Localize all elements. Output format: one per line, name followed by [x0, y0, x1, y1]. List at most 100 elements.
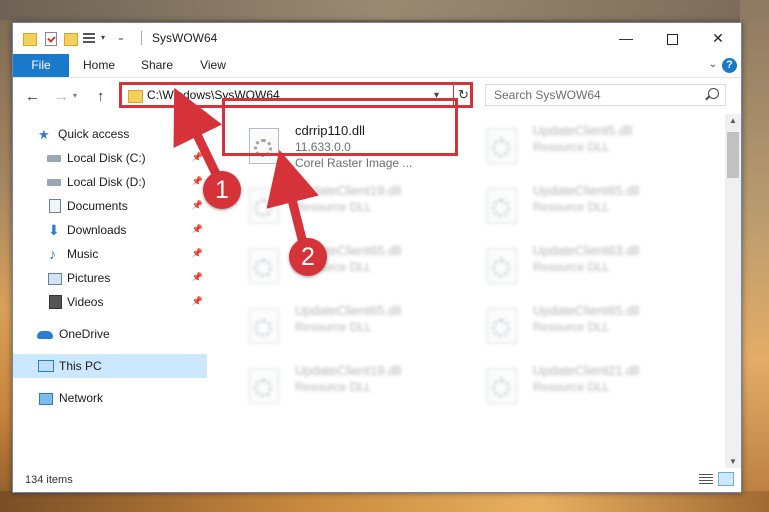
new-folder-icon[interactable]	[64, 33, 78, 46]
file-name: UpdateClient65.dll	[295, 303, 402, 318]
file-tile[interactable]: UpdateClient65.dll Resource DLL	[235, 300, 455, 356]
sidebar-item-videos[interactable]: Videos 📌	[13, 290, 207, 314]
search-icon[interactable]	[708, 88, 719, 99]
dll-file-icon	[249, 368, 279, 404]
close-button[interactable]: ✕	[695, 23, 741, 54]
pin-icon[interactable]: 📌	[192, 152, 203, 163]
sidebar-item-this-pc[interactable]: This PC	[13, 354, 207, 378]
file-description: Corel Raster Image ...	[295, 156, 413, 170]
desktop-background-right	[740, 0, 769, 512]
videos-icon	[49, 295, 62, 309]
minimize-button[interactable]: —	[603, 23, 649, 54]
scroll-thumb[interactable]	[727, 132, 739, 178]
step-2-badge: 2	[289, 238, 327, 276]
file-description: Resource DLL	[295, 320, 372, 334]
help-icon[interactable]: ?	[722, 58, 737, 73]
file-tile[interactable]: UpdateClient19.dll Resource DLL	[235, 180, 455, 236]
file-tile[interactable]: UpdateClient21.dll Resource DLL	[473, 360, 693, 416]
file-tile[interactable]: UpdateClient65.dll Resource DLL	[473, 180, 693, 236]
disk-icon	[47, 155, 61, 162]
file-description: Resource DLL	[533, 380, 610, 394]
file-name: UpdateClient5.dll	[533, 123, 633, 138]
file-name: UpdateClient65.dll	[533, 183, 640, 198]
file-description: Resource DLL	[295, 200, 372, 214]
file-name: UpdateClient63.dll	[533, 243, 640, 258]
sidebar-item-local-disk-c[interactable]: Local Disk (C:) 📌	[13, 146, 207, 170]
pictures-icon	[48, 273, 62, 285]
pin-icon[interactable]: 📌	[192, 296, 203, 307]
sidebar-item-label: Videos	[67, 295, 104, 309]
sidebar-item-local-disk-d[interactable]: Local Disk (D:) 📌	[13, 170, 207, 194]
pc-icon	[38, 360, 54, 372]
forward-button[interactable]: →	[54, 88, 69, 105]
file-tile[interactable]: UpdateClient65.dll Resource DLL	[473, 300, 693, 356]
file-tile[interactable]: UpdateClient63.dll Resource DLL	[473, 240, 693, 296]
view-options-icon[interactable]	[83, 32, 97, 44]
title-bar: ▾ ₌ SysWOW64 — ✕	[13, 23, 741, 54]
pin-icon[interactable]: 📌	[192, 200, 203, 211]
sidebar-item-label: Local Disk (C:)	[67, 151, 146, 165]
network-icon	[39, 393, 53, 405]
file-description: Resource DLL	[295, 380, 372, 394]
file-tile[interactable]: UpdateClient65.dll Resource DLL	[235, 240, 455, 296]
quick-access-dropdown-icon[interactable]: ▾	[101, 33, 105, 42]
expand-ribbon-icon[interactable]: ⌄	[709, 59, 717, 70]
dll-file-icon	[487, 128, 517, 164]
sidebar-item-network[interactable]: Network	[13, 386, 207, 410]
sidebar-item-downloads[interactable]: ⬇ Downloads 📌	[13, 218, 207, 242]
tab-view[interactable]: View	[199, 54, 227, 77]
dll-file-icon	[487, 248, 517, 284]
tab-home[interactable]: Home	[83, 54, 115, 77]
dll-file-icon	[249, 308, 279, 344]
file-name: UpdateClient65.dll	[533, 303, 640, 318]
vertical-scrollbar[interactable]: ▲ ▼	[725, 114, 741, 468]
disk-icon	[47, 179, 61, 186]
maximize-icon	[666, 33, 678, 45]
file-name: UpdateClient19.dll	[295, 183, 402, 198]
item-count: 134 items	[25, 474, 73, 486]
up-button[interactable]: ↑	[97, 88, 105, 105]
navigation-pane: ★ Quick access Local Disk (C:) 📌 Local D…	[13, 114, 209, 468]
sidebar-item-documents[interactable]: Documents 📌	[13, 194, 207, 218]
customize-toolbar-icon[interactable]: ₌	[118, 31, 124, 44]
sidebar-item-music[interactable]: ♪ Music 📌	[13, 242, 207, 266]
file-tile[interactable]: UpdateClient19.dll Resource DLL	[235, 360, 455, 416]
folder-icon	[128, 90, 143, 103]
pin-icon[interactable]: 📌	[192, 248, 203, 259]
file-description: Resource DLL	[533, 140, 610, 154]
refresh-icon[interactable]: ↻	[458, 87, 469, 103]
sidebar-item-label: Quick access	[58, 127, 130, 141]
details-view-icon[interactable]	[699, 474, 713, 485]
sidebar-item-pictures[interactable]: Pictures 📌	[13, 266, 207, 290]
status-bar: 134 items	[13, 468, 741, 492]
sidebar-item-label: Pictures	[67, 271, 111, 285]
dll-file-icon	[487, 368, 517, 404]
scroll-down-icon[interactable]: ▼	[729, 457, 737, 466]
file-highlight-box	[222, 98, 458, 156]
pin-icon[interactable]: 📌	[192, 272, 203, 283]
folder-icon[interactable]	[23, 33, 37, 46]
dll-file-icon	[249, 188, 279, 224]
tab-file[interactable]: File	[13, 54, 69, 77]
recent-locations-icon[interactable]: ▾	[73, 91, 77, 100]
sidebar-item-quick-access[interactable]: ★ Quick access	[13, 122, 207, 146]
back-button[interactable]: ←	[25, 88, 40, 105]
search-placeholder: Search SysWOW64	[494, 88, 601, 102]
tab-share[interactable]: Share	[141, 54, 173, 77]
scroll-up-icon[interactable]: ▲	[729, 116, 737, 125]
pin-icon[interactable]: 📌	[192, 224, 203, 235]
large-icons-view-icon[interactable]	[718, 472, 734, 486]
properties-icon[interactable]	[45, 32, 57, 46]
file-name: UpdateClient19.dll	[295, 363, 402, 378]
search-input[interactable]: Search SysWOW64	[485, 84, 726, 106]
download-icon: ⬇	[48, 222, 60, 238]
sidebar-item-onedrive[interactable]: OneDrive	[13, 322, 207, 346]
file-tile[interactable]: UpdateClient5.dll Resource DLL	[473, 120, 693, 176]
sidebar-item-label: Downloads	[67, 223, 127, 237]
pin-icon[interactable]: 📌	[192, 176, 203, 187]
ribbon-tabs: File Home Share View ⌄ ?	[13, 54, 741, 78]
star-icon: ★	[38, 127, 50, 142]
maximize-button[interactable]	[649, 23, 695, 54]
documents-icon	[49, 199, 61, 213]
sidebar-item-label: Music	[67, 247, 99, 261]
